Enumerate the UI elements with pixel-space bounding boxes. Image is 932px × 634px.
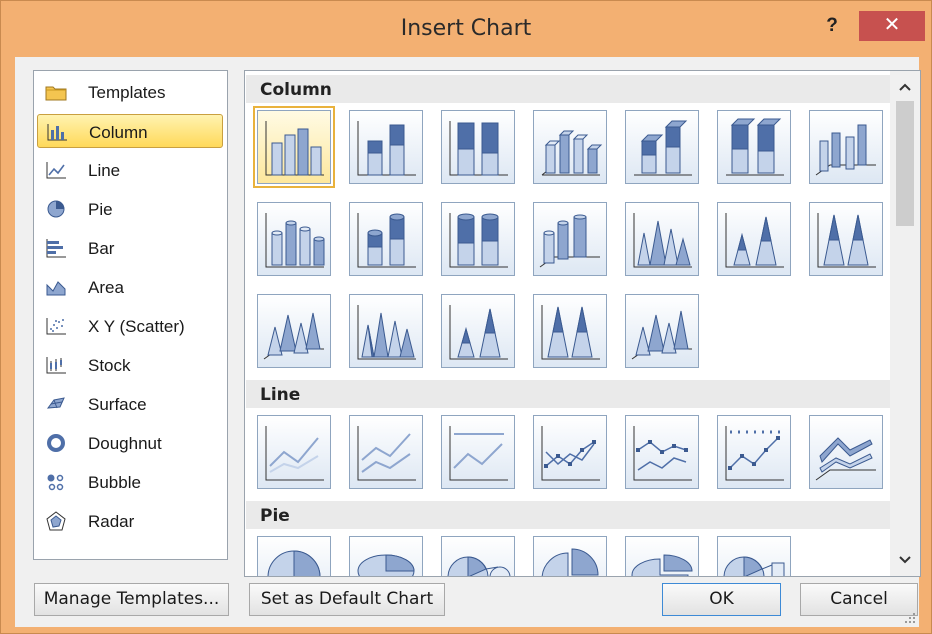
scroll-down-button[interactable]: [890, 546, 920, 574]
gallery-scrollbar[interactable]: [890, 71, 920, 576]
chart-thumbnail-stacked-cone[interactable]: [717, 202, 791, 276]
area-chart-icon: [46, 281, 66, 296]
chart-thumbnail-clustered-cylinder[interactable]: [257, 202, 331, 276]
section-title: Column: [260, 80, 332, 100]
chart-type-area[interactable]: Area: [37, 270, 223, 304]
help-button[interactable]: ?: [815, 11, 849, 41]
chart-type-column[interactable]: Column: [37, 114, 223, 148]
resize-grip-icon[interactable]: [903, 611, 917, 625]
chart-type-label: Templates: [88, 83, 166, 102]
cancel-button[interactable]: Cancel: [800, 583, 918, 616]
gallery-scroll-area[interactable]: Column Line Pie: [245, 71, 890, 576]
bubble-chart-icon: [47, 474, 64, 491]
chart-thumbnail-line-with-markers[interactable]: [533, 415, 607, 489]
manage-templates-button[interactable]: Manage Templates...: [34, 583, 229, 616]
chart-thumbnail-100-stacked-column[interactable]: [441, 110, 515, 184]
chart-thumbnail-3d-cone[interactable]: [257, 294, 331, 368]
surface-chart-icon: [46, 397, 65, 409]
chart-thumbnail-100-stacked-line[interactable]: [441, 415, 515, 489]
chart-thumbnail-3d-clustered-column[interactable]: [533, 110, 607, 184]
chart-type-label: Pie: [88, 200, 113, 219]
chart-thumbnail-100-stacked-cone[interactable]: [809, 202, 883, 276]
chart-type-label: Stock: [88, 356, 131, 375]
section-title: Pie: [260, 506, 290, 526]
chart-thumbnail-stacked-line[interactable]: [349, 415, 423, 489]
chart-type-surface[interactable]: Surface: [37, 387, 223, 421]
chart-type-bar[interactable]: Bar: [37, 231, 223, 265]
chart-thumbnail-stacked-column[interactable]: [349, 110, 423, 184]
section-title: Line: [260, 385, 301, 405]
scatter-chart-icon: [46, 318, 66, 335]
chart-type-label: Doughnut: [88, 434, 162, 453]
close-button[interactable]: ✕: [859, 11, 925, 41]
pie-chart-icon: [47, 200, 65, 218]
dialog-client-area: Templates Column Line Pie Bar Area X Y (…: [15, 57, 921, 627]
chart-thumbnail-100-stacked-cylinder[interactable]: [441, 202, 515, 276]
chart-type-doughnut[interactable]: Doughnut: [37, 426, 223, 460]
scrollbar-thumb[interactable]: [896, 101, 914, 226]
chart-thumbnail-3d-stacked-column[interactable]: [625, 110, 699, 184]
set-default-chart-button[interactable]: Set as Default Chart: [249, 583, 445, 616]
chart-subtype-gallery: Column Line Pie: [244, 70, 921, 577]
chart-type-label: Area: [88, 278, 124, 297]
chart-type-radar[interactable]: Radar: [37, 504, 223, 538]
chart-type-pie[interactable]: Pie: [37, 192, 223, 226]
chart-thumbnail-stacked-pyramid[interactable]: [441, 294, 515, 368]
chart-thumbnail-stacked-line-with-markers[interactable]: [625, 415, 699, 489]
chart-thumbnail-stacked-cylinder[interactable]: [349, 202, 423, 276]
section-header-pie: Pie: [246, 501, 890, 529]
doughnut-chart-icon: [47, 434, 65, 452]
insert-chart-dialog: Insert Chart ? ✕ Templates Column Line P…: [0, 0, 932, 634]
chart-type-label: Bubble: [88, 473, 141, 492]
chart-thumbnail-3d-column[interactable]: [809, 110, 883, 184]
chart-thumbnail-clustered-pyramid[interactable]: [349, 294, 423, 368]
chevron-down-icon: [899, 556, 911, 564]
chart-thumbnail-3d-pie[interactable]: [349, 536, 423, 576]
chart-thumbnail-bar-of-pie[interactable]: [717, 536, 791, 576]
bar-chart-icon: [46, 239, 66, 258]
chart-type-label: Radar: [88, 512, 135, 531]
radar-chart-icon: [46, 511, 66, 531]
chart-type-label: Column: [89, 123, 148, 142]
chart-thumbnail-exploded-pie[interactable]: [533, 536, 607, 576]
chart-type-label: X Y (Scatter): [88, 317, 185, 336]
chart-type-templates[interactable]: Templates: [37, 75, 223, 109]
chart-type-stock[interactable]: Stock: [37, 348, 223, 382]
chart-thumbnail-3d-line[interactable]: [809, 415, 883, 489]
dialog-title: Insert Chart: [400, 16, 532, 41]
chart-thumbnail-pie[interactable]: [257, 536, 331, 576]
chart-thumbnail-100-stacked-pyramid[interactable]: [533, 294, 607, 368]
section-header-column: Column: [246, 75, 890, 103]
line-chart-icon: [46, 162, 66, 179]
stock-chart-icon: [46, 357, 66, 374]
chart-type-label: Bar: [88, 239, 115, 258]
title-bar[interactable]: Insert Chart ? ✕: [1, 1, 931, 57]
chevron-up-icon: [899, 83, 911, 91]
chart-thumbnail-line[interactable]: [257, 415, 331, 489]
ok-button[interactable]: OK: [662, 583, 781, 616]
chart-type-list: Templates Column Line Pie Bar Area X Y (…: [33, 70, 228, 560]
chart-thumbnail-100-stacked-line-with-markers[interactable]: [717, 415, 791, 489]
chart-type-bubble[interactable]: Bubble: [37, 465, 223, 499]
scroll-up-button[interactable]: [890, 73, 920, 101]
chart-type-label: Surface: [88, 395, 147, 414]
column-chart-icon: [47, 124, 67, 141]
chart-thumbnail-exploded-3d-pie[interactable]: [625, 536, 699, 576]
chart-thumbnail-3d-100-stacked-column[interactable]: [717, 110, 791, 184]
folder-icon: [45, 86, 67, 101]
chart-thumbnail-clustered-column[interactable]: [253, 106, 335, 188]
chart-thumbnail-pie-of-pie[interactable]: [441, 536, 515, 576]
chart-thumbnail-3d-pyramid[interactable]: [625, 294, 699, 368]
chart-type-label: Line: [88, 161, 121, 180]
chart-type-line[interactable]: Line: [37, 153, 223, 187]
section-header-line: Line: [246, 380, 890, 408]
chart-type-scatter[interactable]: X Y (Scatter): [37, 309, 223, 343]
chart-thumbnail-3d-cylinder[interactable]: [533, 202, 607, 276]
chart-thumbnail-clustered-cone[interactable]: [625, 202, 699, 276]
